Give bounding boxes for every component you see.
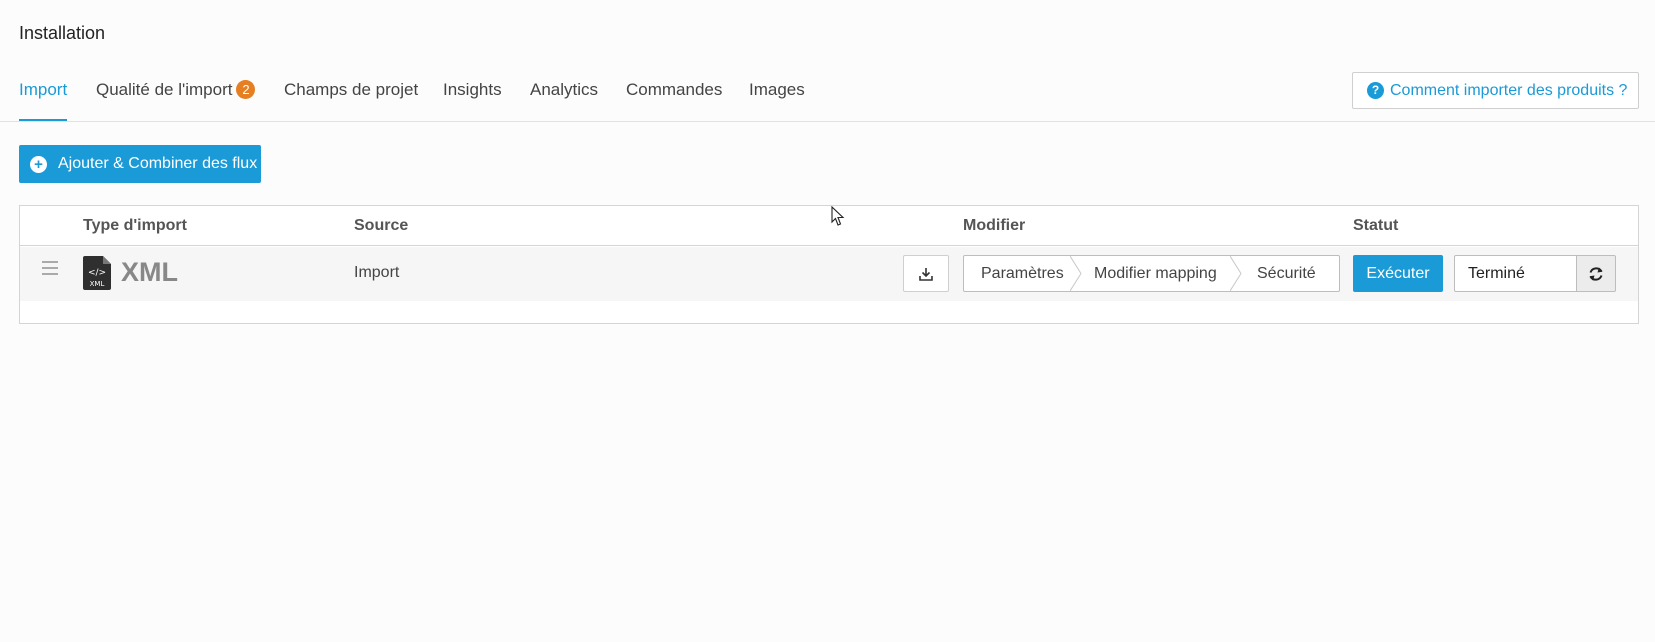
download-button[interactable] xyxy=(903,255,949,292)
table-row: </> XML XML Import Paramètres Modifier m… xyxy=(20,247,1638,301)
column-header-modifier: Modifier xyxy=(963,217,1026,234)
tab-label: Commandes xyxy=(626,80,723,99)
tab-label: Analytics xyxy=(530,80,599,99)
question-circle-icon: ? xyxy=(1367,82,1384,99)
modifier-steps: Paramètres Modifier mapping Sécurité xyxy=(963,255,1340,292)
add-combine-feeds-button[interactable]: + Ajouter & Combiner des flux xyxy=(19,145,261,183)
column-header-source: Source xyxy=(354,217,409,234)
source-cell: Import xyxy=(354,264,400,281)
mouse-cursor-icon xyxy=(831,206,845,226)
page-title: Installation xyxy=(19,23,106,43)
step-separator xyxy=(1230,256,1242,291)
column-header-status: Statut xyxy=(1353,217,1399,234)
refresh-icon xyxy=(1589,266,1603,281)
tab-insights[interactable]: Insights xyxy=(443,80,502,121)
run-button[interactable]: Exécuter xyxy=(1353,255,1443,292)
help-button-label: Comment importer des produits ? xyxy=(1390,81,1628,99)
drag-handle[interactable] xyxy=(42,261,58,275)
tab-images[interactable]: Images xyxy=(749,80,805,121)
tab-analytics[interactable]: Analytics xyxy=(530,80,598,121)
column-header-type: Type d'import xyxy=(83,217,187,234)
help-button[interactable]: ? Comment importer des produits ? xyxy=(1352,72,1639,109)
tab-label: Champs de projet xyxy=(284,80,419,99)
xml-file-icon: </> XML xyxy=(83,256,111,290)
settings-step[interactable]: Paramètres xyxy=(981,256,1064,291)
plus-circle-icon: + xyxy=(30,155,47,173)
tab-label: Images xyxy=(749,80,805,99)
imports-table: Type d'import Source Modifier Statut </>… xyxy=(19,205,1639,324)
edit-mapping-step[interactable]: Modifier mapping xyxy=(1094,256,1217,291)
table-header: Type d'import Source Modifier Statut xyxy=(20,206,1638,246)
status-field: Terminé xyxy=(1454,255,1577,292)
xml-icon-text: XML xyxy=(90,280,105,288)
tab-project-fields[interactable]: Champs de projet xyxy=(284,80,418,121)
count-badge: 2 xyxy=(236,80,256,99)
tab-label: Qualité de l'import xyxy=(96,80,233,99)
import-type-label: XML xyxy=(121,257,178,287)
tab-import-quality[interactable]: Qualité de l'import 2 xyxy=(96,80,256,121)
download-icon xyxy=(919,267,933,281)
tab-label: Insights xyxy=(443,80,502,99)
add-button-label: Ajouter & Combiner des flux xyxy=(58,155,258,172)
tab-label: Import xyxy=(19,80,68,99)
svg-text:</>: </> xyxy=(88,268,106,278)
tab-orders[interactable]: Commandes xyxy=(626,80,722,121)
refresh-button[interactable] xyxy=(1576,255,1616,292)
security-step[interactable]: Sécurité xyxy=(1257,256,1316,291)
tab-import[interactable]: Import xyxy=(19,80,68,121)
step-separator xyxy=(1070,256,1082,291)
